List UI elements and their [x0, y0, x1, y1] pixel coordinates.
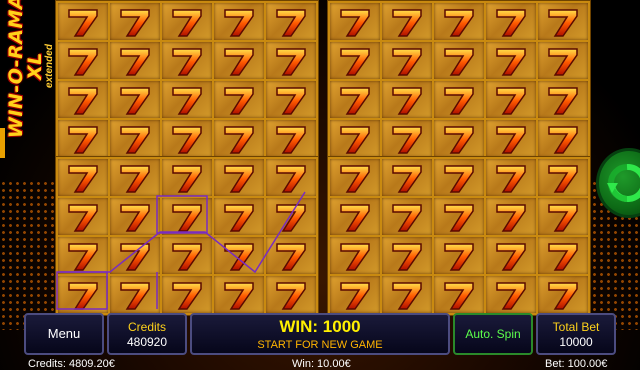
menu-button[interactable]: Menu [24, 313, 104, 355]
refresh-icon [607, 163, 640, 202]
win-panel[interactable]: WIN: 1000 START FOR NEW GAME [190, 313, 450, 355]
auto-spin-button[interactable]: Auto. Spin [453, 313, 533, 355]
win-amount: WIN: 1000 [279, 317, 361, 336]
status-bet: Bet: 100.00€ [545, 358, 608, 370]
status-bar: Credits: 4809.20€ Win: 10.00€ Bet: 100.0… [0, 358, 640, 370]
bet-value: 10000 [559, 335, 593, 349]
start-new-game-text: START FOR NEW GAME [257, 339, 383, 351]
bet-label: Total Bet [552, 320, 600, 334]
credits-panel[interactable]: Credits 480920 [107, 313, 187, 355]
credits-label: Credits [127, 320, 166, 334]
credits-value: 480920 [126, 335, 168, 349]
total-bet-panel[interactable]: Total Bet 10000 [536, 313, 616, 355]
status-win: Win: 10.00€ [292, 358, 351, 370]
status-credits: Credits: 4809.20€ [28, 358, 115, 370]
